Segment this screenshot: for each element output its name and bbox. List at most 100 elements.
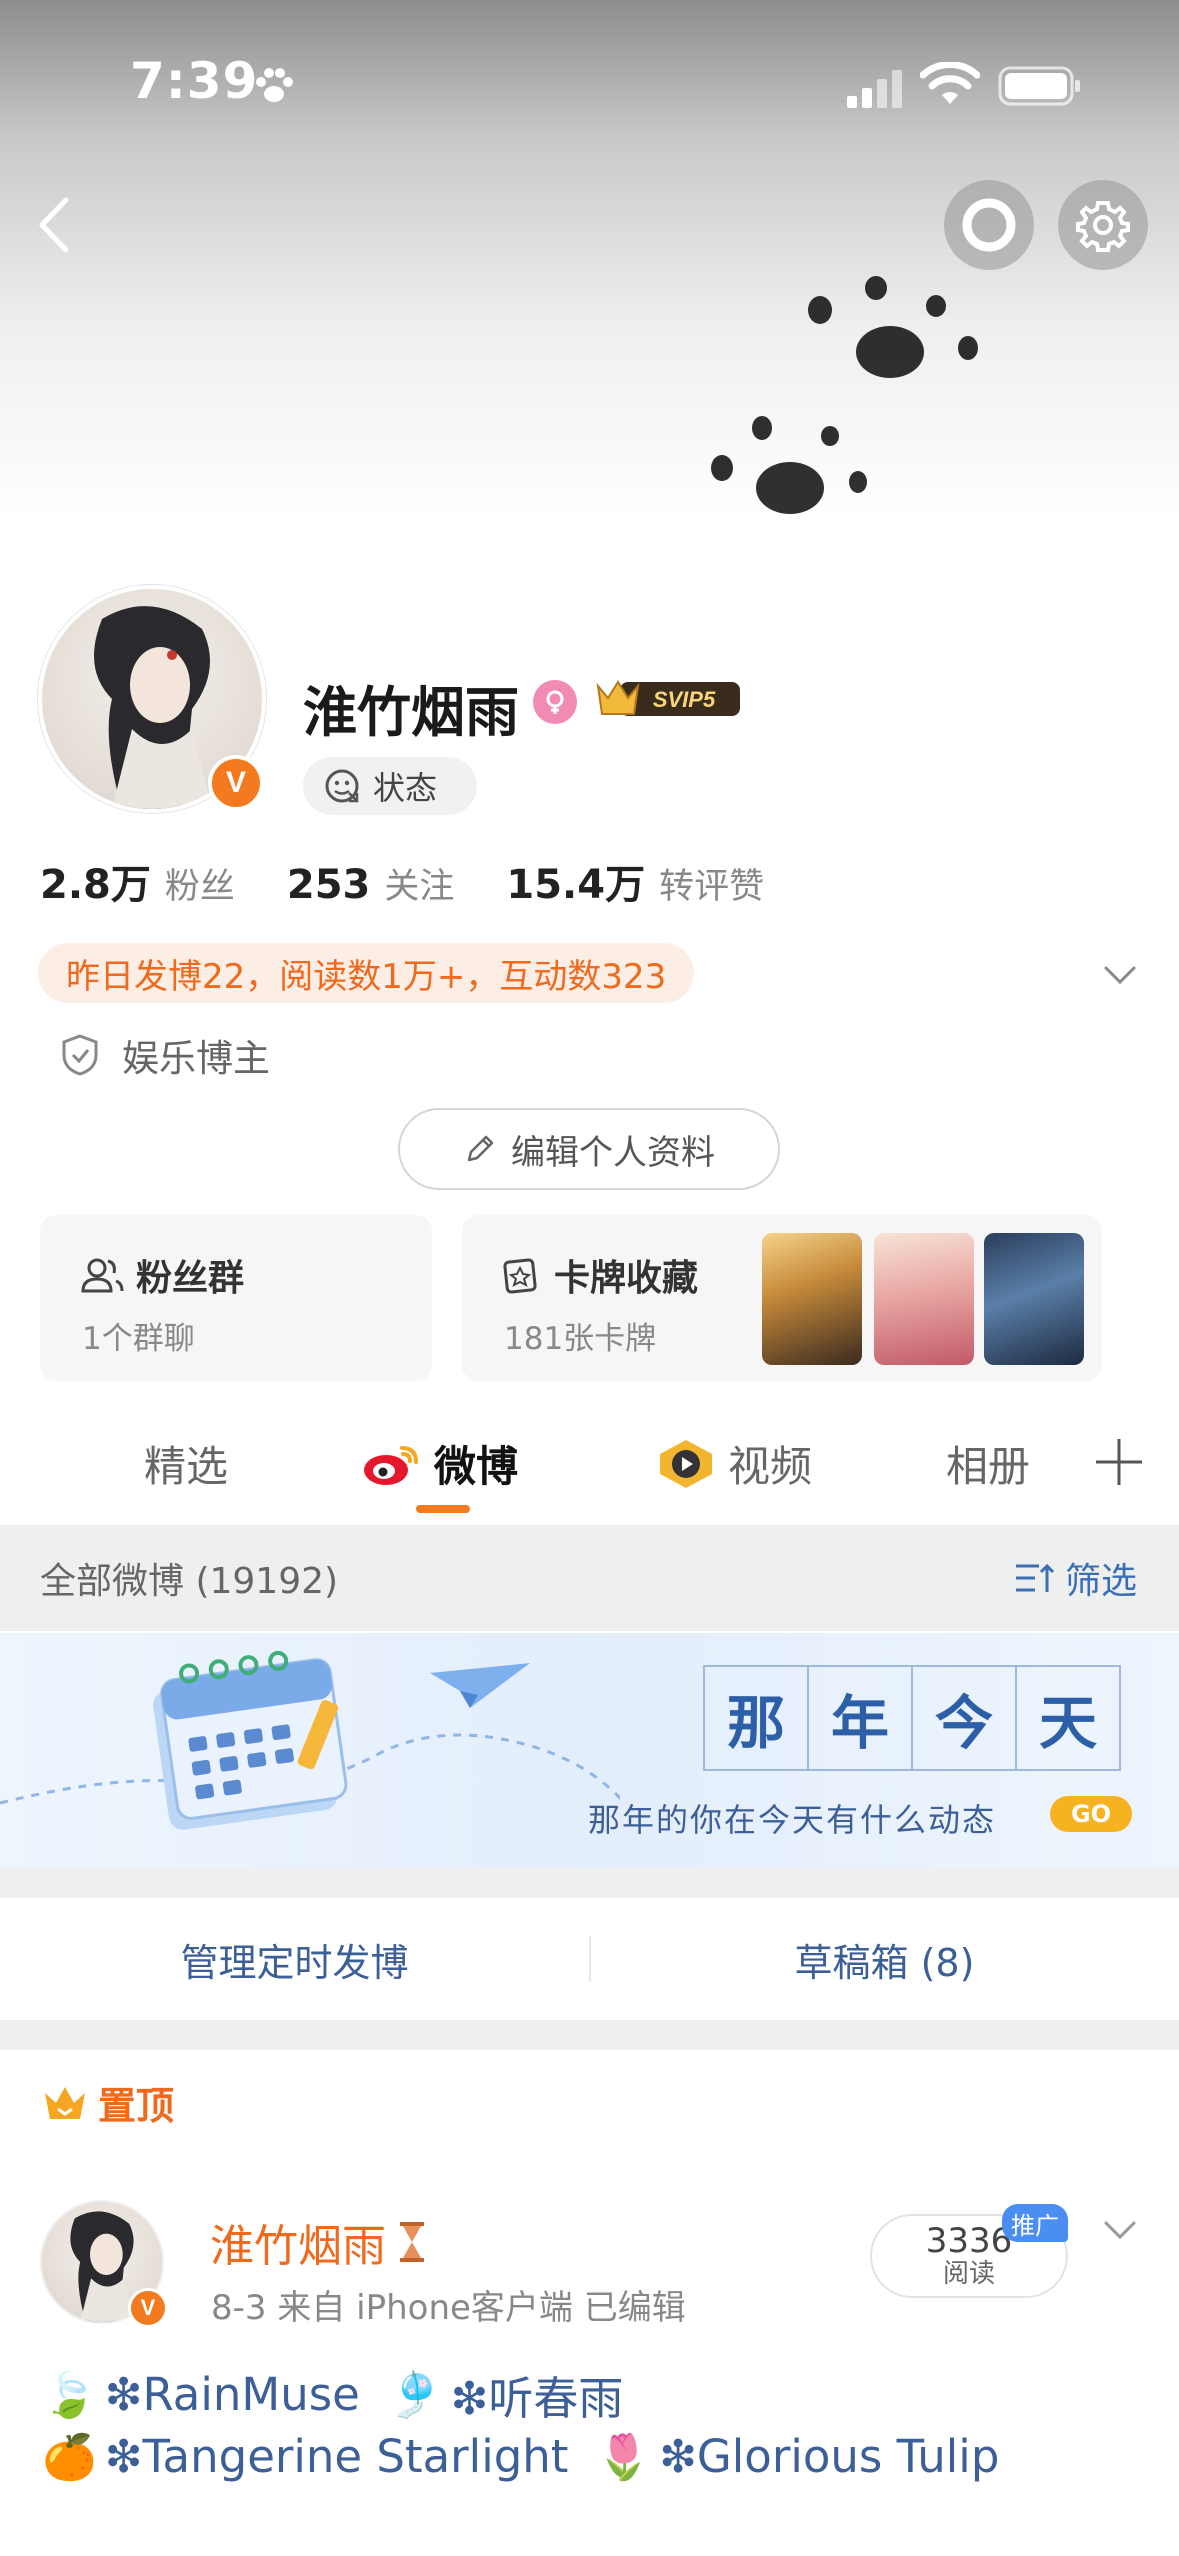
card-star-icon (503, 1258, 537, 1294)
section-divider (0, 2020, 1179, 2050)
post-tag-link[interactable]: ❇Glorious Tulip (659, 2430, 999, 2483)
crown-icon (45, 2086, 85, 2119)
weibo-logo-icon (364, 1445, 418, 1485)
memory-banner[interactable]: 那 年 今 天 那年的你在今天有什么动态 GO (0, 1633, 1179, 1868)
stat-label: 关注 (384, 867, 455, 907)
title-char: 年 (807, 1665, 913, 1771)
weibo-filter-bar: 全部微博 (19192) 筛选 (0, 1525, 1179, 1631)
ring-icon (962, 198, 1016, 252)
video-play-icon (660, 1439, 712, 1488)
post-text-line: 🍃 ❇RainMuse 🎐 ❇听春雨 (42, 2362, 623, 2427)
profile-stats: 2.8万 粉丝 253 关注 15.4万 转评赞 (40, 852, 816, 912)
hourglass-icon (400, 2222, 424, 2262)
fan-group-sub: 1个群聊 (82, 1321, 195, 1357)
stat-value: 253 (286, 862, 371, 908)
card-collection-sub: 181张卡牌 (504, 1321, 657, 1357)
fan-group-title: 粉丝群 (136, 1258, 245, 1299)
tab-featured[interactable]: 精选 (144, 1433, 228, 1494)
cellular-signal-icon (847, 70, 902, 108)
plus-icon[interactable] (1092, 1435, 1146, 1489)
scheduled-posts-button[interactable]: 管理定时发博 (0, 1898, 589, 2020)
post-tag-link[interactable]: ❇Tangerine Starlight (105, 2430, 569, 2483)
all-weibo-count: 全部微博 (19192) (40, 1561, 339, 1602)
post-meta: 8-3 来自 iPhone客户端 已编辑 (211, 2288, 686, 2328)
calendar-illustration (0, 1650, 620, 1830)
tab-album[interactable]: 相册 (946, 1433, 1030, 1494)
memory-subtitle: 那年的你在今天有什么动态 (588, 1801, 997, 1839)
profile-avatar[interactable]: V (38, 585, 266, 813)
stat-followers[interactable]: 2.8万 粉丝 (40, 852, 235, 910)
post-text-line: 🍊 ❇Tangerine Starlight 🌷 ❇Glorious Tulip (42, 2430, 999, 2483)
stat-value: 2.8万 (40, 862, 151, 908)
paw-print-cover-image (680, 260, 1020, 530)
blogger-tag[interactable]: 娱乐博主 (60, 1028, 270, 1082)
fan-group-card[interactable]: 粉丝群 1个群聊 (40, 1215, 432, 1381)
gear-icon (1076, 201, 1130, 252)
section-divider (0, 1868, 1179, 1898)
promote-badge[interactable]: 推广 (1002, 2204, 1068, 2242)
users-icon (81, 1258, 124, 1293)
card-thumbnail (984, 1233, 1084, 1365)
post-tag-link[interactable]: ❇听春雨 (451, 2362, 624, 2427)
author-name-text: 淮竹烟雨 (210, 2221, 386, 2272)
tab-label: 精选 (144, 1442, 229, 1491)
shield-icon (62, 1034, 98, 1076)
verified-badge: V (128, 2288, 168, 2328)
status-bar: 7:39 (0, 0, 1179, 170)
post-author-name[interactable]: 淮竹烟雨 (210, 2210, 428, 2274)
stat-label: 转评赞 (659, 867, 765, 907)
leaf-emoji-icon: 🍃 (42, 2369, 97, 2421)
status-label: 状态 (373, 769, 438, 807)
edit-profile-label: 编辑个人资料 (511, 1132, 715, 1173)
female-icon (533, 680, 577, 724)
tab-video[interactable]: 视频 (656, 1433, 812, 1494)
filter-icon (1015, 1563, 1055, 1592)
back-icon[interactable] (30, 190, 80, 260)
title-char: 那 (703, 1665, 809, 1771)
edit-profile-button[interactable]: 编辑个人资料 (398, 1108, 780, 1190)
paw-icon (256, 68, 293, 102)
go-button[interactable]: GO (1050, 1796, 1132, 1832)
read-count: 3336 (925, 2221, 1013, 2261)
pinned-label: 置顶 (42, 2075, 174, 2130)
wind-chime-emoji-icon: 🎐 (387, 2369, 443, 2421)
svip-badge-label: SVIP5 (653, 687, 716, 712)
card-thumbnail (874, 1233, 974, 1365)
memory-title: 那 年 今 天 (703, 1665, 1121, 1771)
tab-weibo[interactable]: 微博 (362, 1433, 518, 1494)
profile-tabs: 精选 微博 视频 相册 (0, 1405, 1179, 1515)
svip-badge[interactable]: SVIP5 (594, 672, 744, 724)
tulip-emoji-icon: 🌷 (596, 2431, 652, 2483)
filter-label: 筛选 (1064, 1561, 1137, 1602)
blogger-tag-label: 娱乐博主 (122, 1037, 270, 1080)
verified-badge: V (208, 755, 264, 811)
profile-name: 淮竹烟雨 (303, 681, 519, 744)
tangerine-emoji-icon: 🍊 (42, 2431, 97, 2483)
chevron-down-icon[interactable] (1100, 2210, 1140, 2250)
stat-following[interactable]: 253 关注 (287, 858, 455, 909)
drafts-button[interactable]: 草稿箱 (8) (590, 1898, 1179, 2020)
card-collection-card[interactable]: 卡牌收藏 181张卡牌 (462, 1215, 1102, 1381)
stat-interactions[interactable]: 15.4万 转评赞 (506, 852, 764, 910)
card-collection-title: 卡牌收藏 (554, 1258, 699, 1299)
status-time: 7:39 (130, 52, 259, 110)
title-char: 今 (911, 1665, 1017, 1771)
manage-bar: 管理定时发博 草稿箱 (8) (0, 1898, 1179, 2020)
active-tab-indicator (416, 1505, 470, 1513)
chevron-down-icon[interactable] (1100, 955, 1140, 995)
tab-label: 微博 (434, 1442, 519, 1491)
status-button[interactable]: 状态 (303, 757, 477, 815)
ring-button[interactable] (944, 180, 1034, 270)
stat-value: 15.4万 (506, 862, 646, 908)
post-tag-link[interactable]: ❇RainMuse (105, 2368, 360, 2421)
battery-icon (998, 66, 1080, 106)
post-author-avatar[interactable]: V (40, 2200, 168, 2328)
activity-summary[interactable]: 昨日发博22，阅读数1万+，互动数323 (38, 943, 695, 1003)
stat-label: 粉丝 (164, 867, 235, 907)
status-face-icon (325, 769, 359, 803)
settings-button[interactable] (1058, 180, 1148, 270)
filter-button[interactable]: 筛选 (1013, 1552, 1137, 1604)
card-thumbnail (762, 1233, 862, 1365)
pencil-icon (467, 1135, 494, 1162)
pinned-text: 置顶 (98, 2084, 175, 2128)
